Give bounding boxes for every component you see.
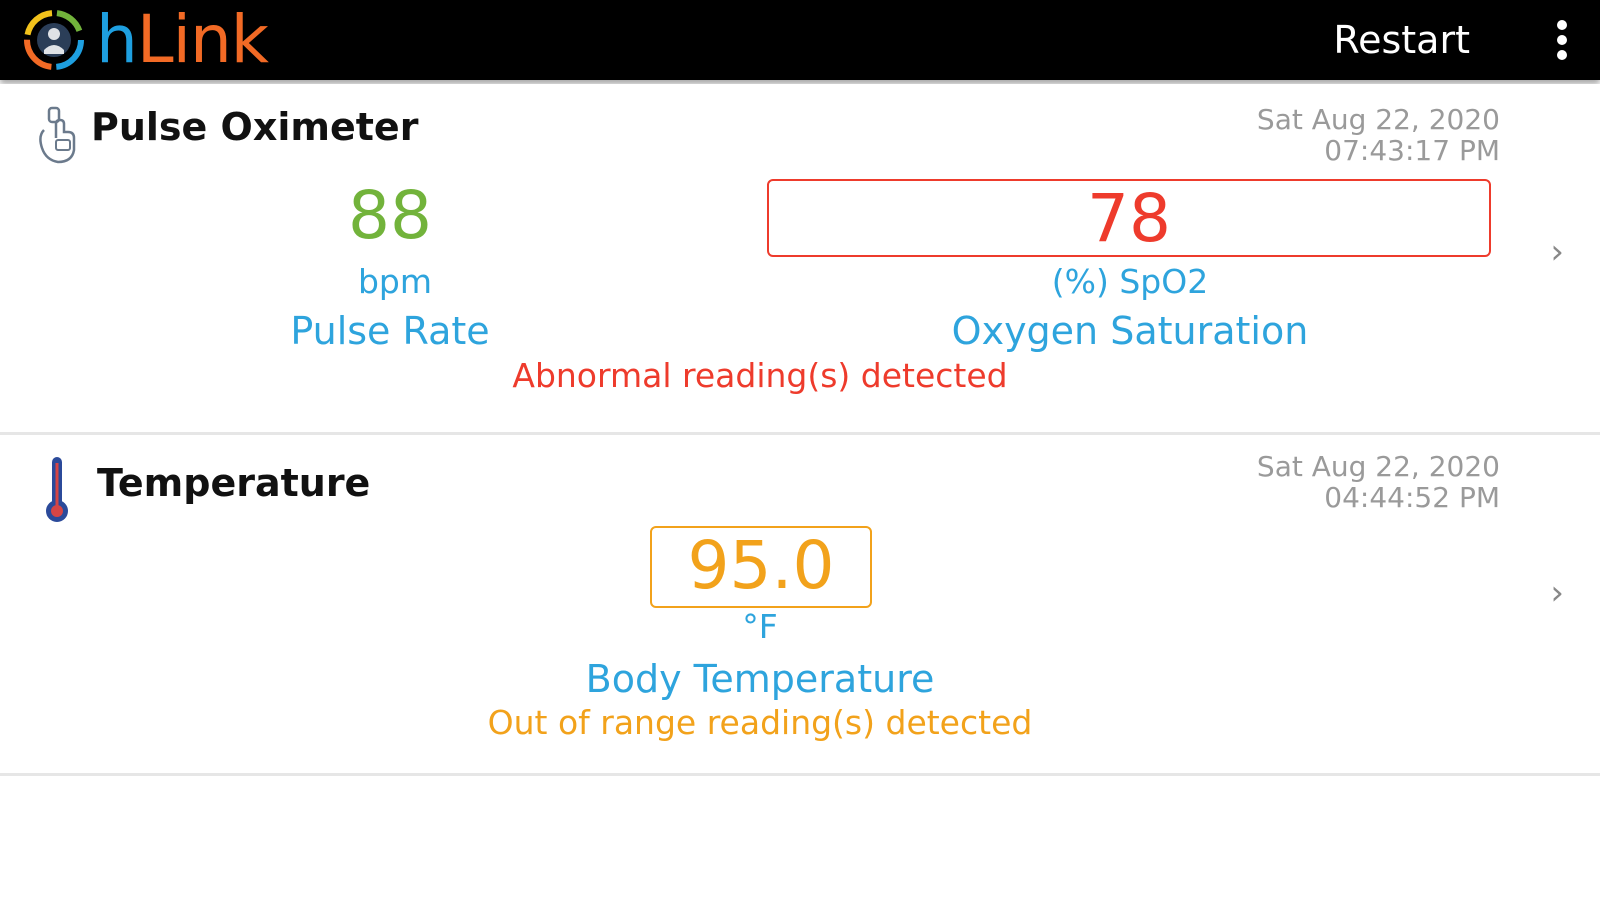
- app-logo-text: hLink: [96, 1, 269, 78]
- logo-link: Link: [136, 1, 269, 78]
- finger-oximeter-icon: [39, 106, 76, 164]
- hlink-logo-icon: [24, 10, 84, 70]
- more-vertical-icon[interactable]: [1550, 20, 1574, 60]
- reading-date: Sat Aug 22, 2020: [1256, 450, 1500, 483]
- chevron-right-icon[interactable]: ›: [1550, 232, 1564, 272]
- abnormal-alert-text: Abnormal reading(s) detected: [512, 356, 1008, 395]
- pulse-oximeter-card[interactable]: Pulse Oximeter Sat Aug 22, 2020 07:43:17…: [0, 84, 1600, 435]
- body-temperature-label: Body Temperature: [585, 657, 935, 701]
- body-temperature-unit: °F: [742, 607, 778, 646]
- restart-button[interactable]: Restart: [1333, 16, 1470, 64]
- spo2-label: Oxygen Saturation: [951, 309, 1309, 353]
- reading-time: 04:44:52 PM: [1324, 481, 1500, 514]
- app-screen: hLink Restart Pulse Oximeter Sat Aug 22,…: [0, 0, 1600, 900]
- reading-date: Sat Aug 22, 2020: [1256, 103, 1500, 136]
- app-bar: hLink Restart: [0, 0, 1600, 80]
- logo-h: h: [96, 1, 138, 78]
- reading-timestamp: Sat Aug 22, 2020 07:43:17 PM: [1257, 104, 1500, 166]
- card-title: Pulse Oximeter: [91, 105, 419, 149]
- reading-time: 07:43:17 PM: [1324, 134, 1500, 167]
- out-of-range-alert-text: Out of range reading(s) detected: [487, 703, 1033, 742]
- spo2-unit: (%) SpO2: [1051, 262, 1209, 301]
- card-title: Temperature: [97, 461, 371, 505]
- pulse-rate-unit: bpm: [357, 262, 433, 301]
- spo2-value: 78: [767, 179, 1491, 257]
- thermometer-icon: [46, 457, 68, 522]
- chevron-right-icon[interactable]: ›: [1550, 573, 1564, 613]
- reading-timestamp: Sat Aug 22, 2020 04:44:52 PM: [1257, 451, 1500, 513]
- pulse-rate-label: Pulse Rate: [290, 309, 490, 353]
- pulse-rate-value: 88: [348, 177, 432, 254]
- body-temperature-value: 95.0: [650, 526, 872, 608]
- temperature-card[interactable]: Temperature Sat Aug 22, 2020 04:44:52 PM…: [0, 435, 1600, 776]
